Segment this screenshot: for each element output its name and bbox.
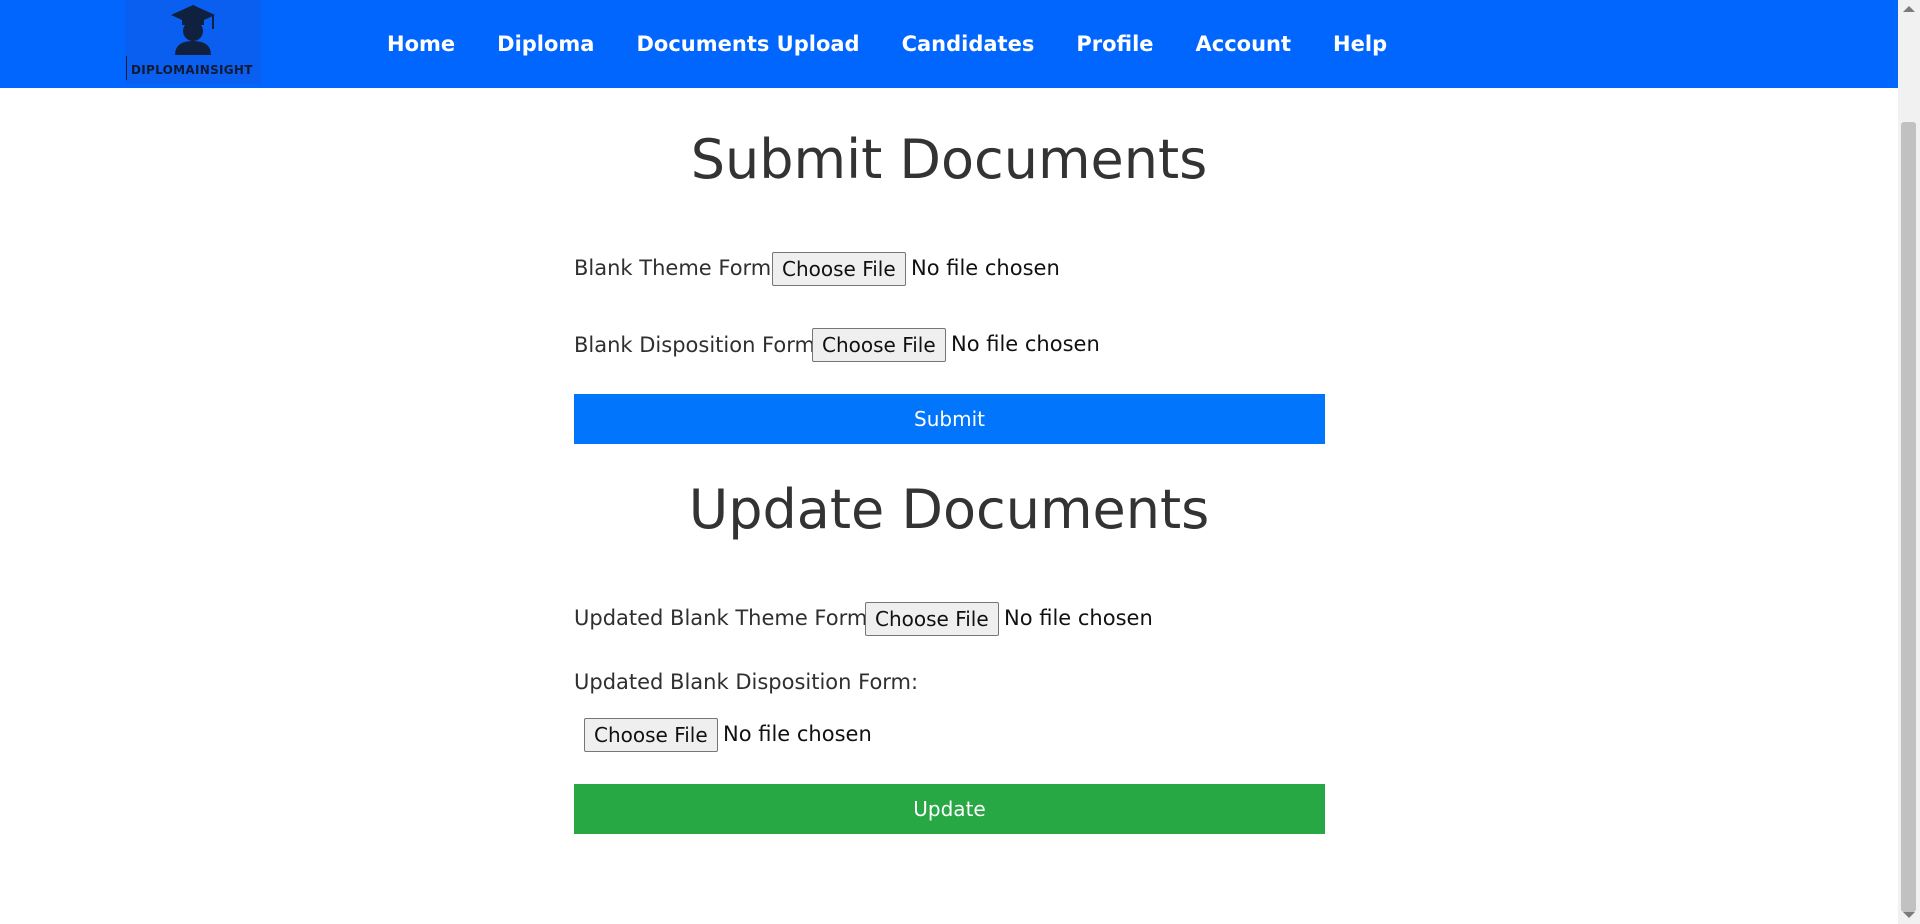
- nav-account[interactable]: Account: [1196, 32, 1292, 56]
- updated-blank-disposition-form-choose-file-button[interactable]: Choose File: [584, 718, 718, 752]
- nav-diploma[interactable]: Diploma: [497, 32, 594, 56]
- updated-blank-theme-form-file-status: No file chosen: [1004, 606, 1153, 630]
- nav-candidates[interactable]: Candidates: [902, 32, 1035, 56]
- vertical-scrollbar[interactable]: [1898, 0, 1920, 924]
- brand-logo[interactable]: DIPLOMAINSIGHT: [125, 0, 261, 84]
- submit-button[interactable]: Submit: [574, 394, 1325, 444]
- blank-theme-form-file-status: No file chosen: [911, 256, 1060, 280]
- update-documents-title: Update Documents: [688, 478, 1210, 541]
- nav-menu: Home Diploma Documents Upload Candidates…: [366, 0, 1408, 88]
- top-navbar: DIPLOMAINSIGHT Home Diploma Documents Up…: [0, 0, 1898, 88]
- update-button[interactable]: Update: [574, 784, 1325, 834]
- blank-theme-form-label: Blank Theme Form:: [574, 256, 779, 280]
- scroll-down-arrow-icon[interactable]: [1903, 912, 1915, 918]
- updated-blank-disposition-form-label: Updated Blank Disposition Form:: [574, 670, 919, 694]
- brand-name: DIPLOMAINSIGHT: [131, 63, 253, 77]
- nav-profile[interactable]: Profile: [1076, 32, 1153, 56]
- blank-disposition-form-file-status: No file chosen: [951, 332, 1100, 356]
- blank-disposition-form-label: Blank Disposition Form:: [574, 333, 823, 357]
- scrollbar-thumb[interactable]: [1901, 122, 1916, 912]
- graduate-cap-icon: [171, 5, 215, 55]
- scroll-up-arrow-icon[interactable]: [1903, 6, 1915, 12]
- nav-documents-upload[interactable]: Documents Upload: [636, 32, 859, 56]
- submit-documents-title: Submit Documents: [690, 128, 1208, 191]
- nav-home[interactable]: Home: [387, 32, 455, 56]
- blank-theme-form-choose-file-button[interactable]: Choose File: [772, 252, 906, 286]
- updated-blank-theme-form-choose-file-button[interactable]: Choose File: [865, 602, 999, 636]
- blank-disposition-form-choose-file-button[interactable]: Choose File: [812, 328, 946, 362]
- updated-blank-disposition-form-file-status: No file chosen: [723, 722, 872, 746]
- nav-help[interactable]: Help: [1333, 32, 1387, 56]
- updated-blank-theme-form-label: Updated Blank Theme Form:: [574, 606, 875, 630]
